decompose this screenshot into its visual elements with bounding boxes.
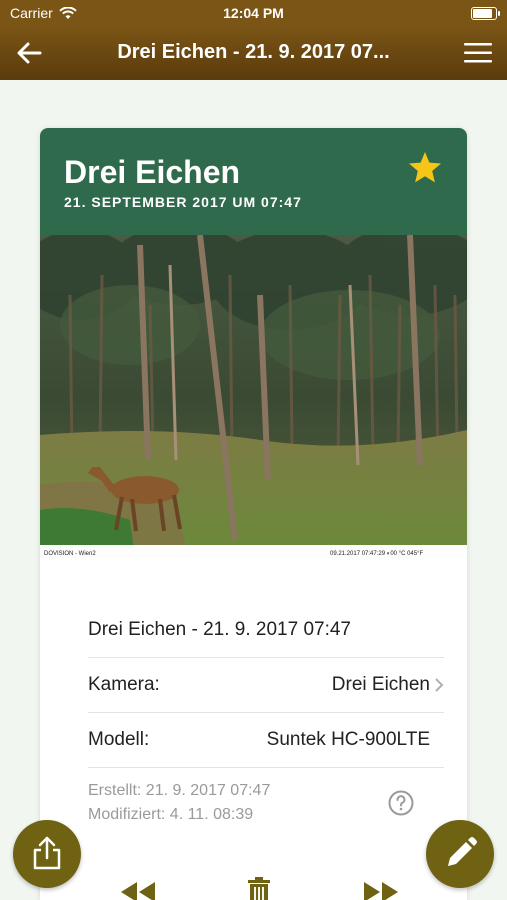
photo-caption-left: DOVISION - Wien2 xyxy=(44,551,96,557)
previous-icon[interactable] xyxy=(117,880,157,900)
detail-title-row: Drei Eichen - 21. 9. 2017 07:47 xyxy=(88,603,444,658)
pencil-icon xyxy=(448,837,477,866)
photo-details: Drei Eichen - 21. 9. 2017 07:47 Kamera: … xyxy=(88,603,444,838)
battery-icon xyxy=(471,7,500,20)
nav-title: Drei Eichen - 21. 9. 2017 07... xyxy=(117,41,390,63)
model-value: Suntek HC-900LTE xyxy=(266,729,430,750)
camera-label: Kamera: xyxy=(88,674,160,695)
modified-timestamp: Modifiziert: 4. 11. 08:39 xyxy=(88,806,254,823)
camera-name-title: Drei Eichen xyxy=(64,154,241,190)
hamburger-menu-icon[interactable] xyxy=(463,40,493,66)
share-button[interactable] xyxy=(13,820,81,888)
back-arrow-icon[interactable] xyxy=(14,38,44,68)
help-circle-icon[interactable] xyxy=(388,790,414,816)
navigation-bar: Drei Eichen - 21. 9. 2017 07... xyxy=(0,26,507,80)
delete-trash-icon[interactable] xyxy=(245,876,273,900)
model-label: Modell: xyxy=(88,729,150,750)
timestamps: Erstellt: 21. 9. 2017 07:47 Modifiziert:… xyxy=(88,768,444,838)
camera-value: Drei Eichen xyxy=(331,674,430,695)
photo-date: 21. SEPTEMBER 2017 UM 07:47 xyxy=(64,194,302,210)
favorite-star-icon[interactable] xyxy=(407,150,443,186)
edit-button[interactable] xyxy=(426,820,494,888)
share-icon xyxy=(33,836,61,870)
next-icon[interactable] xyxy=(362,880,402,900)
status-bar: Carrier 12:04 PM xyxy=(0,0,507,26)
detail-title: Drei Eichen - 21. 9. 2017 07:47 xyxy=(88,619,352,640)
model-row: Modell: Suntek HC-900LTE xyxy=(88,713,444,768)
chevron-right-icon xyxy=(435,678,444,692)
card-header: Drei Eichen 21. SEPTEMBER 2017 UM 07:47 xyxy=(40,128,467,235)
wildlife-photo[interactable]: DOVISION - Wien2 09.21.2017 07:47:29 ◐00… xyxy=(40,235,467,558)
photo-caption-right: 09.21.2017 07:47:29 ◐00 °C 045°F xyxy=(330,551,423,557)
camera-row[interactable]: Kamera: Drei Eichen xyxy=(88,658,444,713)
status-time: 12:04 PM xyxy=(223,5,284,21)
created-timestamp: Erstellt: 21. 9. 2017 07:47 xyxy=(88,782,271,799)
